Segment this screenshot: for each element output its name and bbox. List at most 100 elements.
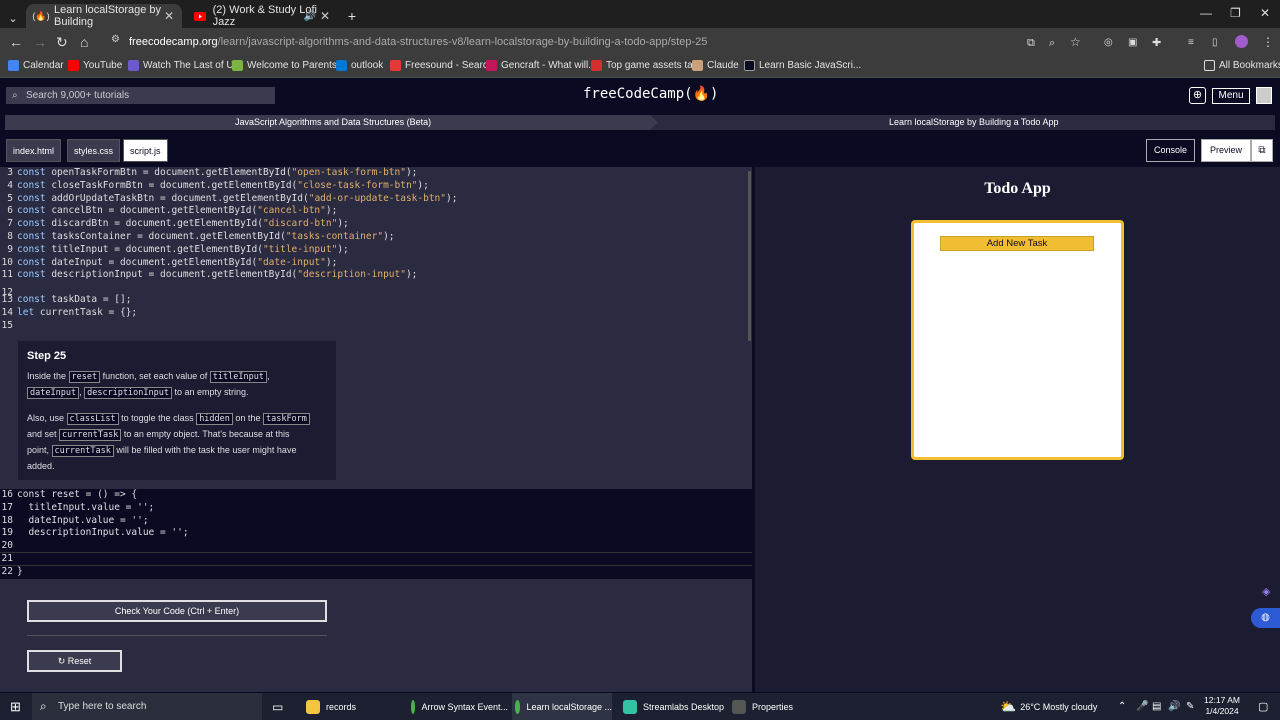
bookmark-youtube[interactable]: YouTube: [68, 60, 122, 71]
code-line[interactable]: 8 const tasksContainer = document.getElem…: [0, 231, 394, 244]
site-info-icon[interactable]: ⚙: [111, 34, 120, 45]
breadcrumb-superblock[interactable]: JavaScript Algorithms and Data Structure…: [5, 115, 650, 130]
code-line[interactable]: 22}: [0, 566, 23, 579]
forward-icon[interactable]: →: [33, 34, 47, 50]
code-line[interactable]: 5 const addOrUpdateTaskBtn = document.get…: [0, 193, 457, 206]
code-line[interactable]: 7 const discardBtn = document.getElementB…: [0, 218, 349, 231]
bookmark-calendar[interactable]: Calendar: [8, 60, 64, 71]
bookmark-game-assets[interactable]: Top game assets ta...: [591, 60, 701, 71]
all-bookmarks[interactable]: All Bookmarks: [1204, 60, 1280, 71]
code-line[interactable]: 21: [0, 553, 17, 566]
reload-icon[interactable]: ↻: [56, 34, 68, 50]
close-icon[interactable]: ✕: [320, 9, 330, 23]
code-line[interactable]: 19 descriptionInput.value = '';: [0, 527, 189, 540]
taskbar-app-chrome-2[interactable]: Learn localStorage ...: [512, 693, 612, 720]
tab-lofi-jazz[interactable]: (2) Work & Study Lofi Jazz 🔊 ✕: [186, 4, 338, 28]
bookmark-learn-js[interactable]: Learn Basic JavaScri...: [744, 60, 861, 71]
weather-widget[interactable]: ⛅ 26°C Mostly cloudy: [1000, 693, 1097, 720]
install-icon[interactable]: ⧉: [1027, 35, 1035, 51]
url-text[interactable]: freecodecamp.org/learn/javascript-algori…: [129, 36, 707, 48]
bookmark-claude[interactable]: Claude: [692, 60, 739, 71]
tab-learn-localstorage[interactable]: (🔥) Learn localStorage by Building ✕: [26, 4, 182, 28]
extension-icon[interactable]: ◎: [1104, 35, 1113, 51]
menu-button[interactable]: Menu: [1212, 88, 1250, 104]
bookmark-parents[interactable]: Welcome to Parents...: [232, 60, 345, 71]
console-button[interactable]: Console: [1146, 139, 1195, 162]
avatar[interactable]: [1256, 87, 1272, 104]
check-code-button[interactable]: Check Your Code (Ctrl + Enter): [27, 600, 327, 622]
site-icon: [128, 60, 139, 71]
code-line[interactable]: 6 const cancelBtn = document.getElementBy…: [0, 205, 337, 218]
taskbar-app-properties[interactable]: Properties: [729, 693, 819, 720]
taskbar-app-streamlabs[interactable]: Streamlabs Desktop: [620, 693, 725, 720]
restore-icon[interactable]: ❐: [1230, 6, 1241, 20]
network-icon[interactable]: ▤: [1152, 693, 1161, 720]
divider: [27, 635, 327, 636]
code-line[interactable]: 16 const reset = () => {: [0, 489, 138, 502]
pen-icon[interactable]: ✎: [1186, 693, 1194, 720]
chrome-icon: [411, 699, 416, 714]
back-icon[interactable]: ←: [9, 34, 23, 50]
popout-icon[interactable]: ⧉: [1251, 139, 1273, 162]
editor-scrollbar[interactable]: [748, 171, 751, 341]
taskbar-app-chrome-1[interactable]: Arrow Syntax Event...: [408, 693, 508, 720]
translate-float-icon[interactable]: ◍: [1251, 608, 1280, 628]
code-line[interactable]: 11 const descriptionInput = document.getE…: [0, 269, 418, 282]
code-line[interactable]: 13 const taskData = [];: [0, 294, 132, 307]
code-line[interactable]: 10 const dateInput = document.getElementB…: [0, 257, 338, 270]
tab-script-js[interactable]: script.js: [123, 139, 168, 162]
code-line[interactable]: 18 dateInput.value = '';: [0, 515, 149, 528]
preview-button[interactable]: Preview: [1201, 139, 1251, 162]
clock[interactable]: 12:17 AM 1/4/2024: [1203, 695, 1241, 717]
bookmark-gencraft[interactable]: Gencraft - What will...: [486, 60, 597, 71]
code-line[interactable]: 15: [0, 320, 17, 333]
media-icon[interactable]: ≡: [1188, 35, 1194, 51]
minimize-icon[interactable]: —: [1200, 6, 1212, 20]
reset-icon: ↻: [57, 656, 68, 666]
tab-index-html[interactable]: index.html: [6, 139, 62, 162]
close-window-icon[interactable]: ✕: [1260, 6, 1270, 20]
tab-search-button[interactable]: ⌄: [4, 6, 22, 30]
home-icon[interactable]: ⌂: [80, 34, 88, 50]
profile-avatar[interactable]: [1235, 35, 1248, 48]
code-line[interactable]: 20: [0, 540, 17, 553]
zoom-icon[interactable]: ⌕: [1049, 35, 1055, 51]
language-globe-icon[interactable]: ⊕: [1189, 87, 1206, 104]
bookmark-last-of-us[interactable]: Watch The Last of U...: [128, 60, 242, 71]
close-icon[interactable]: ✕: [164, 9, 174, 23]
new-tab-button[interactable]: +: [342, 4, 362, 28]
code-line[interactable]: 4 const closeTaskFormBtn = document.getEl…: [0, 180, 429, 193]
sidepanel-icon[interactable]: ▯: [1212, 35, 1218, 51]
bookmark-freesound[interactable]: Freesound - Search: [390, 60, 493, 71]
breadcrumb-block[interactable]: Learn localStorage by Building a Todo Ap…: [889, 117, 1058, 127]
tab-styles-css[interactable]: styles.css: [67, 139, 121, 162]
code-line[interactable]: 14 let currentTask = {};: [0, 307, 138, 320]
task-view-icon[interactable]: ▭: [272, 693, 283, 720]
volume-icon[interactable]: 🔊: [1168, 693, 1180, 720]
step-paragraph-2: Also, use classList to toggle the class …: [27, 411, 327, 474]
tray-chevron-icon[interactable]: ⌃: [1118, 693, 1126, 720]
more-icon[interactable]: ⋮: [1262, 34, 1274, 50]
code-line[interactable]: 3 const openTaskFormBtn = document.getEle…: [0, 167, 417, 180]
add-new-task-button[interactable]: Add New Task: [940, 236, 1094, 251]
freecodecamp-icon: [744, 60, 755, 71]
browser-tab-bar: ⌄ (🔥) Learn localStorage by Building ✕ (…: [0, 0, 1280, 28]
bookmark-outlook[interactable]: outlook: [336, 60, 383, 71]
taskbar-search-input[interactable]: ⌕ Type here to search: [32, 693, 262, 720]
code-line[interactable]: 9 const titleInput = document.getElementB…: [0, 244, 349, 257]
notifications-icon[interactable]: ▢: [1258, 693, 1268, 720]
streamlabs-icon: [623, 699, 637, 714]
windows-start-icon[interactable]: ⊞: [10, 699, 21, 715]
puzzle-icon[interactable]: ✚: [1152, 35, 1161, 51]
reset-button[interactable]: ↻ Reset: [27, 650, 122, 672]
taskbar-app-records[interactable]: records: [303, 693, 399, 720]
gencraft-icon: [486, 60, 497, 71]
code-line[interactable]: 17 titleInput.value = '';: [0, 502, 155, 515]
speaker-icon[interactable]: 🔊: [304, 11, 316, 22]
extension-float-icon[interactable]: ◈: [1262, 585, 1270, 598]
microphone-icon[interactable]: 🎤: [1136, 693, 1148, 720]
fcc-logo[interactable]: freeCodeCamp(🔥): [583, 86, 718, 102]
search-input[interactable]: ⌕ Search 9,000+ tutorials: [6, 87, 275, 104]
bookmark-star-icon[interactable]: ☆: [1070, 34, 1081, 50]
extension-2-icon[interactable]: ▣: [1128, 35, 1137, 51]
